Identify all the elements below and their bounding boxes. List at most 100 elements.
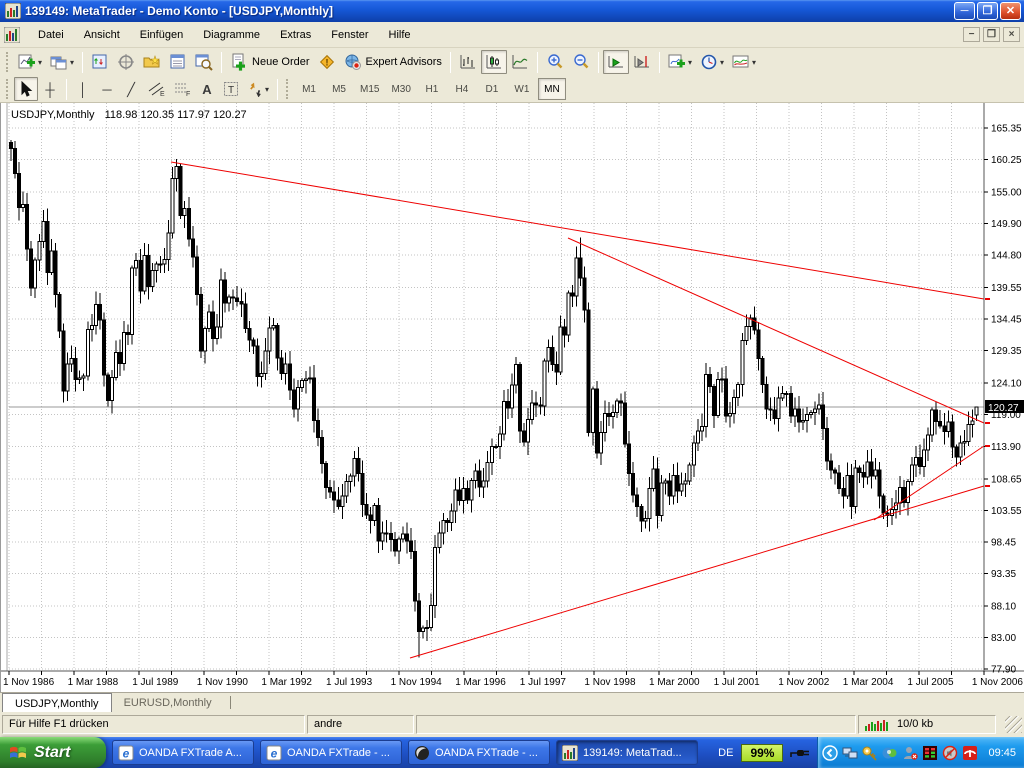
channel-tool-button[interactable]: E bbox=[143, 77, 169, 101]
hide-icons-chevron[interactable] bbox=[822, 745, 838, 761]
timeframe-m1-button[interactable]: M1 bbox=[295, 78, 323, 100]
vertical-line-tool-button[interactable]: │ bbox=[71, 77, 95, 101]
market-watch-button[interactable] bbox=[87, 50, 113, 74]
security-key-icon[interactable] bbox=[862, 745, 878, 761]
menu-hilfe[interactable]: Hilfe bbox=[379, 25, 421, 45]
crosshair-tool-button[interactable]: ┼ bbox=[38, 77, 62, 101]
new-chart-button[interactable]: ▾ bbox=[14, 50, 46, 74]
offline-user-icon[interactable] bbox=[902, 745, 918, 761]
ie-icon: e bbox=[266, 745, 282, 761]
y-axis-label: 98.45 bbox=[991, 537, 1016, 548]
timeframe-w1-button[interactable]: W1 bbox=[508, 78, 536, 100]
timeframe-d1-button[interactable]: D1 bbox=[478, 78, 506, 100]
fibonacci-tool-button[interactable]: F bbox=[169, 77, 195, 101]
taskbar-button-oanda-1[interactable]: e OANDA FXTrade A... bbox=[112, 740, 254, 765]
menu-datei[interactable]: Datei bbox=[28, 25, 74, 45]
trendline[interactable] bbox=[568, 238, 984, 423]
toolbar-drag-handle[interactable] bbox=[286, 79, 290, 99]
favorites-button[interactable] bbox=[139, 50, 165, 74]
taskbar-button-oanda-3[interactable]: OANDA FXTrade - ... bbox=[408, 740, 550, 765]
data-window-button[interactable] bbox=[165, 50, 191, 74]
candlestick-type-button[interactable] bbox=[481, 50, 507, 74]
neue-order-button[interactable]: Neue Order bbox=[226, 50, 313, 74]
bar-chart-type-button[interactable] bbox=[455, 50, 481, 74]
text-tool-button[interactable]: A bbox=[195, 77, 219, 101]
zoom-out-button[interactable] bbox=[568, 50, 594, 74]
data-window-icon bbox=[169, 53, 187, 71]
chart-shift-button[interactable] bbox=[629, 50, 655, 74]
menu-diagramme[interactable]: Diagramme bbox=[193, 25, 270, 45]
trendline[interactable] bbox=[874, 446, 984, 520]
price-chart[interactable]: 165.35160.25155.00149.90144.80139.55134.… bbox=[1, 103, 1024, 692]
dropdown-arrow-icon: ▾ bbox=[38, 58, 42, 67]
navigator-button[interactable] bbox=[113, 50, 139, 74]
timeframe-m30-button[interactable]: M30 bbox=[386, 78, 415, 100]
tab-eurusd-monthly[interactable]: EURUSD,Monthly bbox=[112, 693, 224, 712]
time-axis-labels[interactable]: 1 Nov 19861 Mar 19881 Jul 19891 Nov 1990… bbox=[3, 671, 1023, 688]
resize-grip[interactable] bbox=[1005, 716, 1022, 733]
language-indicator[interactable]: DE bbox=[718, 747, 733, 759]
antivirus-icon[interactable] bbox=[962, 745, 978, 761]
network-icon[interactable] bbox=[842, 745, 858, 761]
arrows-tool-button[interactable]: ▾ bbox=[243, 77, 273, 101]
menu-einfuegen[interactable]: Einfügen bbox=[130, 25, 193, 45]
messenger-icon[interactable] bbox=[882, 745, 898, 761]
auto-scroll-icon bbox=[607, 53, 625, 71]
status-connection-panel: 10/0 kb bbox=[858, 715, 996, 734]
cursor-tool-button[interactable] bbox=[14, 77, 38, 101]
equidistant-channel-icon: E bbox=[147, 81, 165, 97]
svg-text:T: T bbox=[228, 85, 234, 96]
tab-usdjpy-monthly[interactable]: USDJPY,Monthly bbox=[2, 693, 112, 712]
minimize-button[interactable]: ─ bbox=[954, 2, 975, 20]
standard-toolbar: ▾ ▾ Neue Order ! Expert Advisors bbox=[0, 48, 1024, 76]
dropdown-arrow-icon: ▾ bbox=[720, 58, 724, 67]
chart-area[interactable]: USDJPY,Monthly118.98 120.35 117.97 120.2… bbox=[0, 103, 1024, 692]
timeframe-h4-button[interactable]: H4 bbox=[448, 78, 476, 100]
trendlines[interactable] bbox=[171, 162, 984, 658]
taskbar-button-oanda-2[interactable]: e OANDA FXTrade - ... bbox=[260, 740, 402, 765]
toolbar-drag-handle[interactable] bbox=[6, 79, 10, 99]
timeframe-mn-button[interactable]: MN bbox=[538, 78, 566, 100]
svg-text:!: ! bbox=[325, 58, 328, 68]
strategy-tester-button[interactable] bbox=[191, 50, 217, 74]
text-label-tool-button[interactable]: T bbox=[219, 77, 243, 101]
line-chart-type-button[interactable] bbox=[507, 50, 533, 74]
menu-ansicht[interactable]: Ansicht bbox=[74, 25, 130, 45]
sphere-icon bbox=[414, 745, 430, 761]
battery-percentage[interactable]: 99% bbox=[741, 744, 783, 762]
mdi-restore-button[interactable]: ❐ bbox=[983, 27, 1000, 42]
traffic-meter-icon[interactable] bbox=[922, 745, 938, 761]
taskbar-button-label: OANDA FXTrade A... bbox=[139, 747, 242, 759]
start-label: Start bbox=[34, 744, 70, 762]
timeframe-m15-button[interactable]: M15 bbox=[355, 78, 384, 100]
chart-ohlc-values: 118.98 120.35 117.97 120.27 bbox=[105, 109, 247, 121]
trendline-tool-button[interactable]: ╱ bbox=[119, 77, 143, 101]
profiles-button[interactable]: ▾ bbox=[46, 50, 78, 74]
close-button[interactable]: ✕ bbox=[1000, 2, 1021, 20]
indicators-button[interactable]: ▾ bbox=[664, 50, 696, 74]
indicators-icon bbox=[668, 53, 686, 71]
taskbar-clock[interactable]: 09:45 bbox=[988, 747, 1016, 759]
templates-button[interactable]: ▾ bbox=[728, 50, 760, 74]
start-button[interactable]: Start bbox=[0, 737, 106, 768]
toolbar-drag-handle[interactable] bbox=[6, 52, 10, 72]
timeframe-h1-button[interactable]: H1 bbox=[418, 78, 446, 100]
auto-scroll-button[interactable] bbox=[603, 50, 629, 74]
mdi-minimize-button[interactable]: − bbox=[963, 27, 980, 42]
zoom-in-button[interactable] bbox=[542, 50, 568, 74]
menu-extras[interactable]: Extras bbox=[270, 25, 321, 45]
periods-button[interactable]: ▾ bbox=[696, 50, 728, 74]
muted-speaker-icon[interactable] bbox=[942, 745, 958, 761]
restore-button[interactable]: ❐ bbox=[977, 2, 998, 20]
expert-advisors-button[interactable]: Expert Advisors bbox=[340, 50, 446, 74]
svg-text:E: E bbox=[160, 91, 165, 97]
alerts-button[interactable]: ! bbox=[314, 50, 340, 74]
timeframe-m5-button[interactable]: M5 bbox=[325, 78, 353, 100]
mdi-close-button[interactable]: × bbox=[1003, 27, 1020, 42]
taskbar-button-metatrader[interactable]: 139149: MetaTrad... bbox=[556, 740, 698, 765]
horizontal-line-tool-button[interactable]: ─ bbox=[95, 77, 119, 101]
price-axis-labels[interactable]: 165.35160.25155.00149.90144.80139.55134.… bbox=[984, 124, 1022, 676]
menu-fenster[interactable]: Fenster bbox=[321, 25, 378, 45]
vertical-line-icon: │ bbox=[79, 83, 87, 96]
trendline-icon: ╱ bbox=[127, 83, 135, 96]
